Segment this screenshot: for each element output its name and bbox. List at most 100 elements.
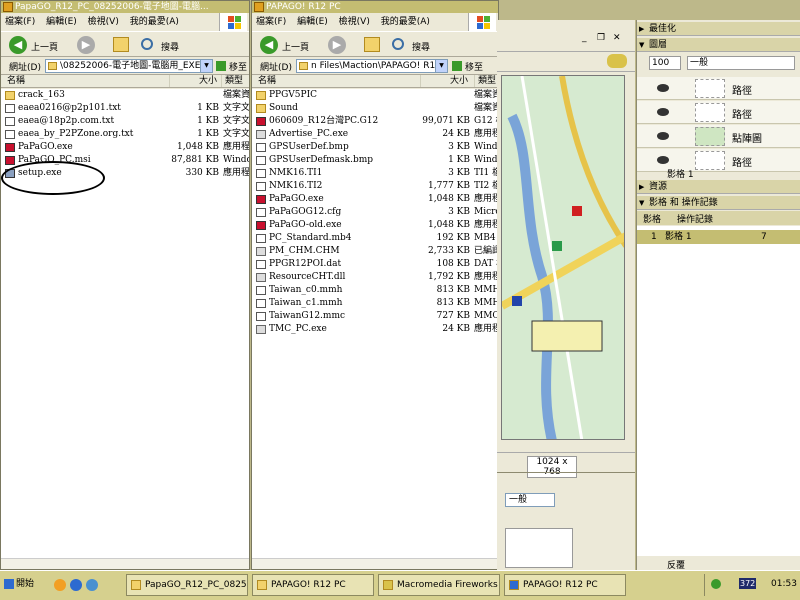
file-row[interactable]: GPSUserDefmask.bmp 1 KB Windo <box>252 154 498 167</box>
file-row[interactable]: Advertise_PC.exe 24 KB 應用程 <box>252 128 498 141</box>
minimize-icon[interactable]: _ <box>582 33 587 43</box>
file-name: PC_Standard.mb4 <box>269 233 352 243</box>
prop-select[interactable]: 一般 <box>505 493 555 507</box>
layer-row[interactable]: 點陣圖 <box>637 125 800 148</box>
up-folder-icon[interactable] <box>113 37 129 52</box>
close-icon[interactable]: ✕ <box>613 33 621 43</box>
file-name: TaiwanG12.mmc <box>269 311 346 321</box>
map-canvas[interactable] <box>501 75 625 440</box>
go-button[interactable]: 移至 <box>465 60 483 73</box>
eye-icon[interactable] <box>657 156 669 164</box>
eye-icon[interactable] <box>657 84 669 92</box>
file-row[interactable]: Sound 檔案資 <box>252 102 498 115</box>
title-bar[interactable]: PapaGO_R12_PC_08252006-電子地圖-電腦... <box>1 1 249 13</box>
restore-icon[interactable]: ❐ <box>597 33 605 43</box>
menu-edit[interactable]: 編輯(E) <box>293 17 332 27</box>
file-row[interactable]: crack_163 檔案資 <box>1 89 249 102</box>
task-button[interactable]: PAPAGO! R12 PC <box>504 574 626 596</box>
forward-arrow-icon[interactable]: ▶ <box>77 36 95 54</box>
back-button[interactable]: 上一頁 <box>31 40 58 53</box>
go-button[interactable]: 移至 <box>229 60 247 73</box>
column-name[interactable]: 名稱 <box>1 75 169 87</box>
file-row[interactable]: NMK16.TI1 3 KB TI1 檔 <box>252 167 498 180</box>
file-row[interactable]: PPGV5PIC 檔案資 <box>252 89 498 102</box>
quicklaunch-icon[interactable] <box>70 579 82 591</box>
windows-logo-icon <box>468 13 496 31</box>
quicklaunch-icon[interactable] <box>86 579 98 591</box>
task-button[interactable]: PAPAGO! R12 PC <box>252 574 374 596</box>
frame-name: 影格 1 <box>665 232 692 242</box>
file-row[interactable]: PaPaGO-old.exe 1,048 KB 應用程 <box>252 219 498 232</box>
file-row[interactable]: NMK16.TI2 1,777 KB TI2 檔 <box>252 180 498 193</box>
file-row[interactable]: 060609_R12台灣PC.G12 99,071 KB G12 檔 <box>252 115 498 128</box>
file-row[interactable]: TaiwanG12.mmc 727 KB MMC 檔 <box>252 310 498 323</box>
file-row[interactable]: GPSUserDef.bmp 3 KB Windo <box>252 141 498 154</box>
windows-logo-icon <box>4 579 14 589</box>
go-arrow-icon[interactable] <box>452 61 462 71</box>
chevron-down-icon[interactable]: ▼ <box>435 60 447 72</box>
address-input[interactable]: \08252006-電子地圖-電腦用_EXE ▼ <box>45 59 213 73</box>
menu-edit[interactable]: 編輯(E) <box>42 17 81 27</box>
menu-view[interactable]: 檢視(V) <box>335 17 374 27</box>
up-folder-icon[interactable] <box>364 37 380 52</box>
eye-icon[interactable] <box>657 108 669 116</box>
file-row[interactable]: PaPaGO.exe 1,048 KB 應用程 <box>252 193 498 206</box>
title-bar[interactable]: PAPAGO! R12 PC <box>252 1 498 13</box>
layers-panel[interactable]: 圖層 <box>637 38 800 52</box>
column-type[interactable]: 類型 <box>474 75 498 87</box>
menu-favorites[interactable]: 我的最愛(A) <box>377 17 434 27</box>
go-arrow-icon[interactable] <box>216 61 226 71</box>
file-row[interactable]: PC_Standard.mb4 192 KB MB4 檔 <box>252 232 498 245</box>
task-button[interactable]: Macromedia Fireworks M... <box>378 574 500 596</box>
optimize-panel[interactable]: 最佳化 <box>637 22 800 36</box>
search-icon[interactable] <box>392 38 404 50</box>
grey-icon <box>256 325 266 334</box>
file-name: 060609_R12台灣PC.G12 <box>269 116 379 126</box>
file-row[interactable]: eaea_by_P2PZone.org.txt 1 KB 文字文 <box>1 128 249 141</box>
file-row[interactable]: eaea@18p2p.com.txt 1 KB 文字文 <box>1 115 249 128</box>
eye-icon[interactable] <box>657 132 669 140</box>
quicklaunch-icon[interactable] <box>54 579 66 591</box>
forward-arrow-icon[interactable]: ▶ <box>328 36 346 54</box>
file-row[interactable]: PaPaGOG12.cfg 3 KB Micro <box>252 206 498 219</box>
menu-file[interactable]: 檔案(F) <box>252 17 290 27</box>
chevron-down-icon[interactable]: ▼ <box>200 60 212 72</box>
layer-row[interactable]: 路徑 <box>637 101 800 124</box>
menu-view[interactable]: 檢視(V) <box>84 17 123 27</box>
file-row[interactable]: PaPaGO.exe 1,048 KB 應用程 <box>1 141 249 154</box>
column-name[interactable]: 名稱 <box>252 75 420 87</box>
file-row[interactable]: PM_CHM.CHM 2,733 KB 已編譯 <box>252 245 498 258</box>
search-button[interactable]: 搜尋 <box>412 40 430 53</box>
assets-panel[interactable]: 資源 <box>637 180 800 194</box>
menu-favorites[interactable]: 我的最愛(A) <box>126 17 183 27</box>
column-size[interactable]: 大小 <box>169 75 221 87</box>
tab-frames[interactable]: 影格 <box>643 212 661 225</box>
menu-file[interactable]: 檔案(F) <box>1 17 39 27</box>
search-icon[interactable] <box>141 38 153 50</box>
back-arrow-icon[interactable]: ◀ <box>260 36 278 54</box>
search-button[interactable]: 搜尋 <box>161 40 179 53</box>
address-input[interactable]: n Files\Maction\PAPAGO! R12 PC ▼ <box>296 59 448 73</box>
file-row[interactable]: PPGR12POI.dat 108 KB DAT 檔 <box>252 258 498 271</box>
tray-icon[interactable] <box>711 579 721 589</box>
task-button[interactable]: PapaGO_R12_PC_08252... <box>126 574 248 596</box>
frame-row[interactable]: 1 影格 1 7 <box>637 230 800 244</box>
file-row[interactable]: TMC_PC.exe 24 KB 應用程 <box>252 323 498 336</box>
file-size: 1,792 KB <box>428 272 470 282</box>
file-row[interactable]: eaea0216@p2p101.txt 1 KB 文字文 <box>1 102 249 115</box>
file-row[interactable]: Taiwan_c0.mmh 813 KB MMH 檔 <box>252 284 498 297</box>
horizontal-scrollbar[interactable] <box>1 558 249 569</box>
column-type[interactable]: 類型 <box>221 75 249 87</box>
start-button[interactable]: 開始 <box>2 574 42 596</box>
back-button[interactable]: 上一頁 <box>282 40 309 53</box>
back-arrow-icon[interactable]: ◀ <box>9 36 27 54</box>
blend-select[interactable]: 一般 <box>687 56 795 70</box>
column-size[interactable]: 大小 <box>420 75 472 87</box>
tab-history[interactable]: 操作記錄 <box>677 212 713 225</box>
file-row[interactable]: Taiwan_c1.mmh 813 KB MMH 檔 <box>252 297 498 310</box>
frames-history-panel[interactable]: 影格 和 操作記錄 <box>637 196 800 210</box>
file-row[interactable]: ResourceCHT.dll 1,792 KB 應用程 <box>252 271 498 284</box>
opacity-field[interactable]: 100 <box>649 56 681 70</box>
horizontal-scrollbar[interactable] <box>252 558 498 569</box>
layer-row[interactable]: 路徑 <box>637 77 800 100</box>
